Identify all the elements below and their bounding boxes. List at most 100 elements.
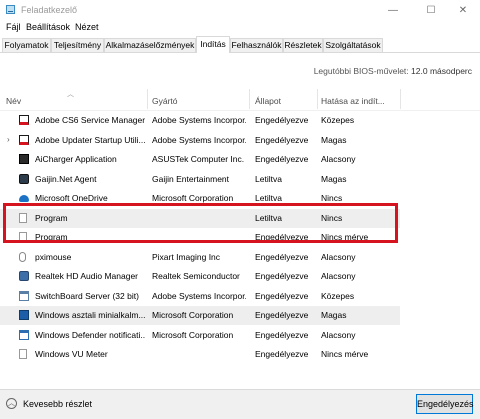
tab-strip: Folyamatok Teljesítmény Alkalmazáselőzmé… — [0, 36, 480, 53]
expand-chevron-icon[interactable]: › — [7, 135, 10, 144]
row-impact: Nincs mérve — [321, 349, 369, 359]
row-name: Realtek HD Audio Manager — [35, 271, 139, 281]
bios-label: Legutóbbi BIOS-művelet: — [313, 66, 409, 76]
menu-settings[interactable]: Beállítások — [26, 22, 70, 32]
app-window-icon — [19, 290, 29, 301]
row-status: Engedélyezve — [255, 329, 309, 340]
menu-file[interactable]: Fájl — [6, 22, 21, 32]
row-name: Windows VU Meter — [35, 349, 108, 359]
row-impact: Nincs — [321, 193, 343, 203]
row-status: Engedélyezve — [255, 154, 309, 164]
tab-users[interactable]: Felhasználók — [230, 38, 283, 52]
column-separator[interactable] — [249, 89, 250, 109]
row-impact: Közepes — [321, 290, 355, 301]
table-row[interactable]: Realtek HD Audio Manager Realtek Semicond… — [0, 267, 400, 286]
row-publisher: Microsoft Corporation — [152, 310, 234, 320]
column-separator[interactable] — [400, 89, 401, 109]
row-publisher: Gaijin Entertainment — [152, 173, 230, 184]
row-status: Engedélyezve — [255, 349, 309, 359]
row-name: Gaijin.Net Agent — [35, 173, 97, 184]
row-publisher: Adobe Systems Incorpor... — [152, 115, 246, 125]
column-separator[interactable] — [147, 89, 148, 109]
row-impact: Alacsony — [321, 251, 356, 262]
startup-panel: Legutóbbi BIOS-művelet: 12.0 másodperc ︿… — [0, 53, 480, 389]
task-manager-icon — [6, 5, 15, 14]
column-header-publisher[interactable]: Gyártó — [152, 96, 178, 106]
table-row[interactable]: AiCharger Application ASUSTek Computer In… — [0, 150, 400, 169]
table-row[interactable]: pximouse Pixart Imaging Inc Engedélyezve Al… — [0, 248, 400, 267]
adobe-icon — [19, 134, 29, 145]
onedrive-icon — [19, 195, 29, 202]
row-status: Engedélyezve — [255, 251, 309, 262]
row-name: SwitchBoard Server (32 bit) — [35, 290, 139, 301]
title-bar: Feladatkezelő — ☐ ✕ — [0, 0, 480, 20]
row-status: Engedélyezve — [255, 115, 309, 125]
footer-bar: ︿ Kevesebb részlet Engedélyezés — [0, 389, 480, 419]
tab-app-history[interactable]: Alkalmazáselőzmények — [104, 38, 196, 52]
tab-performance[interactable]: Teljesítmény — [51, 38, 104, 52]
row-status: Engedélyezve — [255, 134, 309, 145]
row-name: AiCharger Application — [35, 154, 117, 164]
tab-details[interactable]: Részletek — [283, 38, 323, 52]
row-publisher: Microsoft Corporation — [152, 193, 234, 203]
gadgets-icon — [19, 310, 29, 320]
column-separator[interactable] — [317, 89, 318, 109]
row-status: Engedélyezve — [255, 310, 309, 320]
row-publisher: Adobe Systems Incorpor... — [152, 134, 246, 145]
row-impact: Magas — [321, 173, 347, 184]
close-icon[interactable]: ✕ — [446, 0, 480, 20]
row-publisher: Realtek Semiconductor — [152, 271, 240, 281]
menu-bar: Fájl Beállítások Nézet — [0, 20, 480, 36]
row-publisher: Adobe Systems Incorpor... — [152, 290, 246, 301]
row-name: Windows asztali minialkalm... — [35, 310, 145, 320]
row-status: Letiltva — [255, 193, 282, 203]
row-impact: Magas — [321, 310, 347, 320]
speaker-icon — [19, 271, 29, 281]
charger-icon — [19, 154, 29, 164]
table-row[interactable]: › Adobe Updater Startup Utili... Adobe Sys… — [0, 131, 400, 150]
table-row[interactable]: Windows asztali minialkalm... Microsoft C… — [0, 306, 400, 325]
row-name: Microsoft OneDrive — [35, 193, 108, 203]
row-name: pximouse — [35, 251, 72, 262]
tab-startup[interactable]: Indítás — [196, 36, 230, 53]
column-header-name[interactable]: Név — [6, 96, 21, 106]
row-impact: Közepes — [321, 115, 355, 125]
column-header-status[interactable]: Állapot — [255, 96, 281, 106]
row-name: Adobe Updater Startup Utili... — [35, 134, 145, 145]
row-publisher: ASUSTek Computer Inc. — [152, 154, 245, 164]
table-row[interactable]: Windows VU Meter Engedélyezve Nincs mérve — [0, 345, 400, 364]
bios-time: Legutóbbi BIOS-művelet: 12.0 másodperc — [314, 66, 472, 76]
sort-ascending-icon: ︿ — [67, 91, 74, 98]
tab-processes[interactable]: Folyamatok — [2, 38, 51, 52]
row-publisher: Pixart Imaging Inc — [152, 251, 221, 262]
row-status: Letiltva — [255, 173, 282, 184]
row-status: Engedélyezve — [255, 290, 309, 301]
window-title: Feladatkezelő — [21, 5, 78, 15]
table-row[interactable]: SwitchBoard Server (32 bit) Adobe Systems… — [0, 287, 400, 306]
row-impact: Alacsony — [321, 154, 356, 164]
blank-file-icon — [19, 349, 27, 359]
row-impact: Alacsony — [321, 329, 356, 340]
collapse-chevron-icon[interactable]: ︿ — [6, 398, 17, 409]
defender-icon — [19, 329, 29, 340]
row-publisher: Microsoft Corporation — [152, 329, 234, 340]
table-row[interactable]: Adobe CS6 Service Manager Adobe Systems I… — [0, 111, 400, 130]
adobe-icon — [19, 115, 29, 125]
minimize-icon[interactable]: — — [376, 0, 410, 20]
fewer-details-link[interactable]: Kevesebb részlet — [23, 399, 92, 409]
row-name: Adobe CS6 Service Manager — [35, 115, 145, 125]
row-impact: Magas — [321, 134, 347, 145]
mouse-icon — [19, 251, 26, 262]
table-row[interactable]: Gaijin.Net Agent Gaijin Entertainment Leti… — [0, 170, 400, 189]
maximize-icon[interactable]: ☐ — [414, 0, 448, 20]
row-impact: Alacsony — [321, 271, 356, 281]
row-status: Engedélyezve — [255, 271, 309, 281]
menu-view[interactable]: Nézet — [75, 22, 99, 32]
enable-button[interactable]: Engedélyezés — [416, 394, 474, 414]
highlight-box — [3, 203, 398, 243]
table-row[interactable]: Windows Defender notificati... Microsoft … — [0, 326, 400, 345]
column-header-impact[interactable]: Hatása az indít... — [321, 96, 385, 106]
tab-services[interactable]: Szolgáltatások — [323, 38, 383, 52]
gaijin-icon — [19, 173, 29, 184]
bios-value: 12.0 másodperc — [411, 66, 472, 76]
